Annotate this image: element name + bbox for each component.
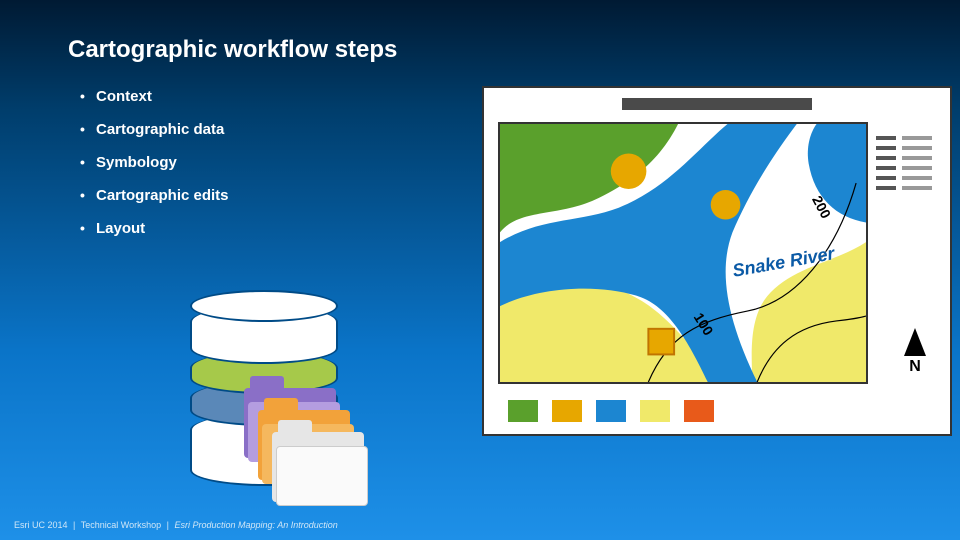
footer: Esri UC 2014 | Technical Workshop | Esri… — [14, 520, 338, 530]
swatch — [552, 400, 582, 422]
bullet-item: Cartographic data — [80, 121, 229, 138]
map-frame: Snake River 100 200 — [498, 122, 868, 384]
footer-left: Esri UC 2014 — [14, 520, 68, 530]
north-arrow: N — [904, 328, 926, 376]
layout-title-placeholder — [622, 98, 812, 110]
north-label: N — [904, 358, 926, 376]
bullet-item: Context — [80, 88, 229, 105]
legend-placeholder — [876, 136, 936, 196]
bullet-item: Layout — [80, 220, 229, 237]
bullet-item: Symbology — [80, 154, 229, 171]
bullet-list: Context Cartographic data Symbology Cart… — [80, 88, 229, 253]
footer-mid: Technical Workshop — [81, 520, 161, 530]
swatch — [508, 400, 538, 422]
swatch — [596, 400, 626, 422]
database-folders-graphic — [190, 290, 360, 500]
swatch — [684, 400, 714, 422]
map-layout-panel: Snake River 100 200 N — [482, 86, 952, 436]
slide-title: Cartographic workflow steps — [68, 36, 397, 64]
footer-right: Esri Production Mapping: An Introduction — [174, 520, 337, 530]
color-swatches — [508, 400, 714, 422]
swatch — [640, 400, 670, 422]
bullet-item: Cartographic edits — [80, 187, 229, 204]
